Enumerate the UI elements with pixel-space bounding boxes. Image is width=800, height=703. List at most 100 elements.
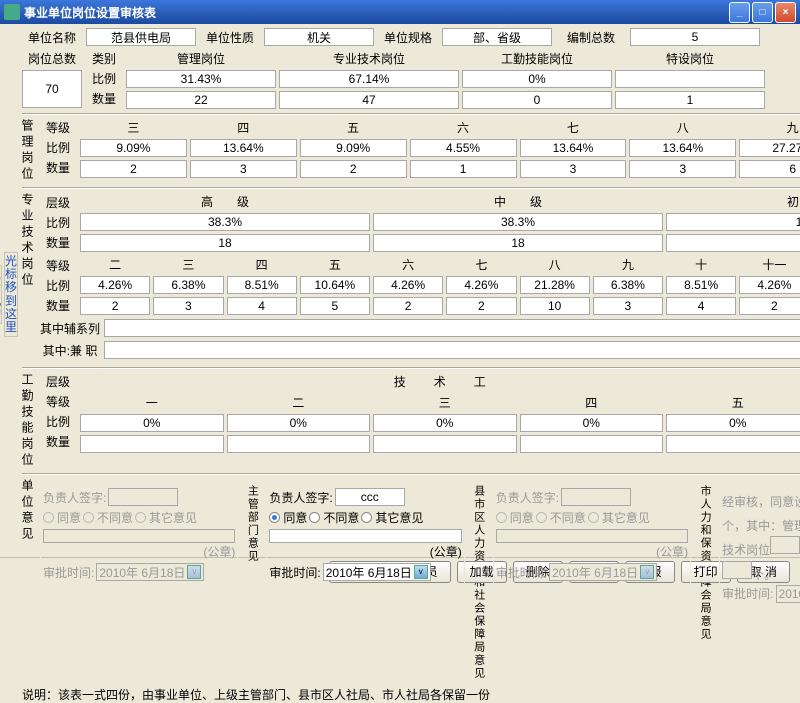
worker-c-2[interactable] bbox=[373, 435, 517, 453]
tech-gc-2[interactable]: 4 bbox=[227, 297, 297, 315]
tech-gc-5[interactable]: 2 bbox=[446, 297, 516, 315]
tech-gr-1[interactable]: 6.38% bbox=[153, 276, 223, 294]
tech-gr-4[interactable]: 4.26% bbox=[373, 276, 443, 294]
close-button[interactable]: × bbox=[775, 2, 796, 23]
tech-gc-6[interactable]: 10 bbox=[520, 297, 590, 315]
sig2-date[interactable]: 2010年 6月18日v bbox=[323, 563, 431, 581]
sig1-field[interactable] bbox=[108, 488, 178, 506]
tech-gr-9[interactable]: 4.26% bbox=[739, 276, 800, 294]
window-title: 事业单位岗位设置审核表 bbox=[24, 4, 727, 21]
sig3-disagree-radio[interactable] bbox=[536, 512, 547, 523]
sig3-date[interactable]: 2010年 6月18日v bbox=[549, 563, 657, 581]
tech-g-4: 六 bbox=[373, 256, 443, 273]
sum-count-2[interactable]: 0 bbox=[462, 91, 612, 109]
sum-ratio-2[interactable]: 0% bbox=[462, 70, 612, 88]
mgmt-ratio-3[interactable]: 4.55% bbox=[410, 139, 517, 157]
approve-tech-field[interactable] bbox=[770, 536, 800, 554]
mgmt-ratio-5[interactable]: 13.64% bbox=[629, 139, 736, 157]
tech-gc-8[interactable]: 4 bbox=[666, 297, 736, 315]
sig3-agree-radio[interactable] bbox=[496, 512, 507, 523]
unit-type-field[interactable]: 机关 bbox=[264, 28, 374, 46]
unit-spec-field[interactable]: 部、省级 bbox=[442, 28, 552, 46]
tech-tier-ratio-0[interactable]: 38.3% bbox=[80, 213, 370, 231]
sum-count-1[interactable]: 47 bbox=[279, 91, 459, 109]
tech-gc-3[interactable]: 5 bbox=[300, 297, 370, 315]
tech-tier-count-0[interactable]: 18 bbox=[80, 234, 370, 252]
mgmt-count-3[interactable]: 1 bbox=[410, 160, 517, 178]
tech-g-7: 九 bbox=[593, 256, 663, 273]
tech-gr-8[interactable]: 8.51% bbox=[666, 276, 736, 294]
tech-gr-2[interactable]: 8.51% bbox=[227, 276, 297, 294]
sig2-agree-radio[interactable] bbox=[269, 512, 280, 523]
tech-g-5: 七 bbox=[446, 256, 516, 273]
approve-worker-field[interactable] bbox=[722, 561, 752, 579]
worker-r-1[interactable]: 0% bbox=[227, 414, 371, 432]
minimize-button[interactable]: _ bbox=[729, 2, 750, 23]
worker-r-3[interactable]: 0% bbox=[520, 414, 664, 432]
note-text: 说明：该表一式四份，由事业单位、上级主管部门、县市区人社局、市人社局各保留一份 bbox=[22, 686, 800, 703]
opinion-section-label: 单位意见 bbox=[22, 479, 36, 682]
worker-grade-label: 等级 bbox=[40, 393, 76, 410]
sig2-disagree-radio[interactable] bbox=[309, 512, 320, 523]
tech-tier-ratio-2[interactable]: 100% bbox=[666, 213, 800, 231]
worker-c-4[interactable] bbox=[666, 435, 800, 453]
tech-gc-1[interactable]: 3 bbox=[153, 297, 223, 315]
total-field[interactable]: 5 bbox=[630, 28, 760, 46]
mgmt-ratio-4[interactable]: 13.64% bbox=[520, 139, 627, 157]
mgmt-count-4[interactable]: 3 bbox=[520, 160, 627, 178]
sum-ratio-3[interactable] bbox=[615, 70, 765, 88]
sum-ratio-1[interactable]: 67.14% bbox=[279, 70, 459, 88]
unit-name-field[interactable]: 范县供电局 bbox=[86, 28, 196, 46]
worker-r-4[interactable]: 0% bbox=[666, 414, 800, 432]
tech-gc-4[interactable]: 2 bbox=[373, 297, 443, 315]
tech-gc-9[interactable]: 2 bbox=[739, 297, 800, 315]
tech-gr-5[interactable]: 4.26% bbox=[446, 276, 516, 294]
sig2-opinion-field[interactable] bbox=[269, 529, 461, 543]
tech-gr-6[interactable]: 21.28% bbox=[520, 276, 590, 294]
worker-c-1[interactable] bbox=[227, 435, 371, 453]
tech-tier-1: 中 级 bbox=[373, 193, 663, 210]
aux-field[interactable] bbox=[104, 319, 800, 337]
worker-c-0[interactable] bbox=[80, 435, 224, 453]
sig2-field[interactable]: ccc bbox=[335, 488, 405, 506]
mgmt-count-1[interactable]: 3 bbox=[190, 160, 297, 178]
sig3-opinion-field[interactable] bbox=[496, 529, 688, 543]
tech-gr-7[interactable]: 6.38% bbox=[593, 276, 663, 294]
post-total-label: 岗位总数 bbox=[22, 50, 82, 67]
mgmt-ratio-6[interactable]: 27.27% bbox=[739, 139, 800, 157]
sig3-field[interactable] bbox=[561, 488, 631, 506]
sig1-date[interactable]: 2010年 6月18日v bbox=[96, 563, 204, 581]
sig1-disagree-radio[interactable] bbox=[83, 512, 94, 523]
mgmt-ratio-0[interactable]: 9.09% bbox=[80, 139, 187, 157]
tech-tier-count-1[interactable]: 18 bbox=[373, 234, 663, 252]
mgmt-count-2[interactable]: 2 bbox=[300, 160, 407, 178]
post-total-field[interactable]: 70 bbox=[22, 70, 82, 108]
mgmt-ratio-2[interactable]: 9.09% bbox=[300, 139, 407, 157]
tech-gr-3[interactable]: 10.64% bbox=[300, 276, 370, 294]
sig3-other-radio[interactable] bbox=[588, 512, 599, 523]
mgmt-count-5[interactable]: 3 bbox=[629, 160, 736, 178]
worker-r-0[interactable]: 0% bbox=[80, 414, 224, 432]
sig4-date[interactable]: 2010年 6月18日v bbox=[776, 585, 800, 603]
maximize-button[interactable]: □ bbox=[752, 2, 773, 23]
sig-col4-label: 市人力和保资社障会局意见 bbox=[697, 483, 713, 682]
sig2-other-radio[interactable] bbox=[361, 512, 372, 523]
sum-count-0[interactable]: 22 bbox=[126, 91, 276, 109]
sig1-opinion-field[interactable] bbox=[43, 529, 235, 543]
mgmt-count-0[interactable]: 2 bbox=[80, 160, 187, 178]
worker-r-2[interactable]: 0% bbox=[373, 414, 517, 432]
tech-tier-count-2[interactable]: 83 bbox=[666, 234, 800, 252]
mgmt-count-6[interactable]: 6 bbox=[739, 160, 800, 178]
worker-c-3[interactable] bbox=[520, 435, 664, 453]
tech-gr-0[interactable]: 4.26% bbox=[80, 276, 150, 294]
sig1-other-radio[interactable] bbox=[135, 512, 146, 523]
sig1-agree-radio[interactable] bbox=[43, 512, 54, 523]
tech-gc-7[interactable]: 3 bbox=[593, 297, 663, 315]
parttime-field[interactable] bbox=[104, 341, 800, 359]
tech-gc-0[interactable]: 2 bbox=[80, 297, 150, 315]
mgmt-grade-5: 八 bbox=[629, 119, 736, 136]
mgmt-ratio-1[interactable]: 13.64% bbox=[190, 139, 297, 157]
sum-ratio-0[interactable]: 31.43% bbox=[126, 70, 276, 88]
sum-count-3[interactable]: 1 bbox=[615, 91, 765, 109]
tech-tier-ratio-1[interactable]: 38.3% bbox=[373, 213, 663, 231]
